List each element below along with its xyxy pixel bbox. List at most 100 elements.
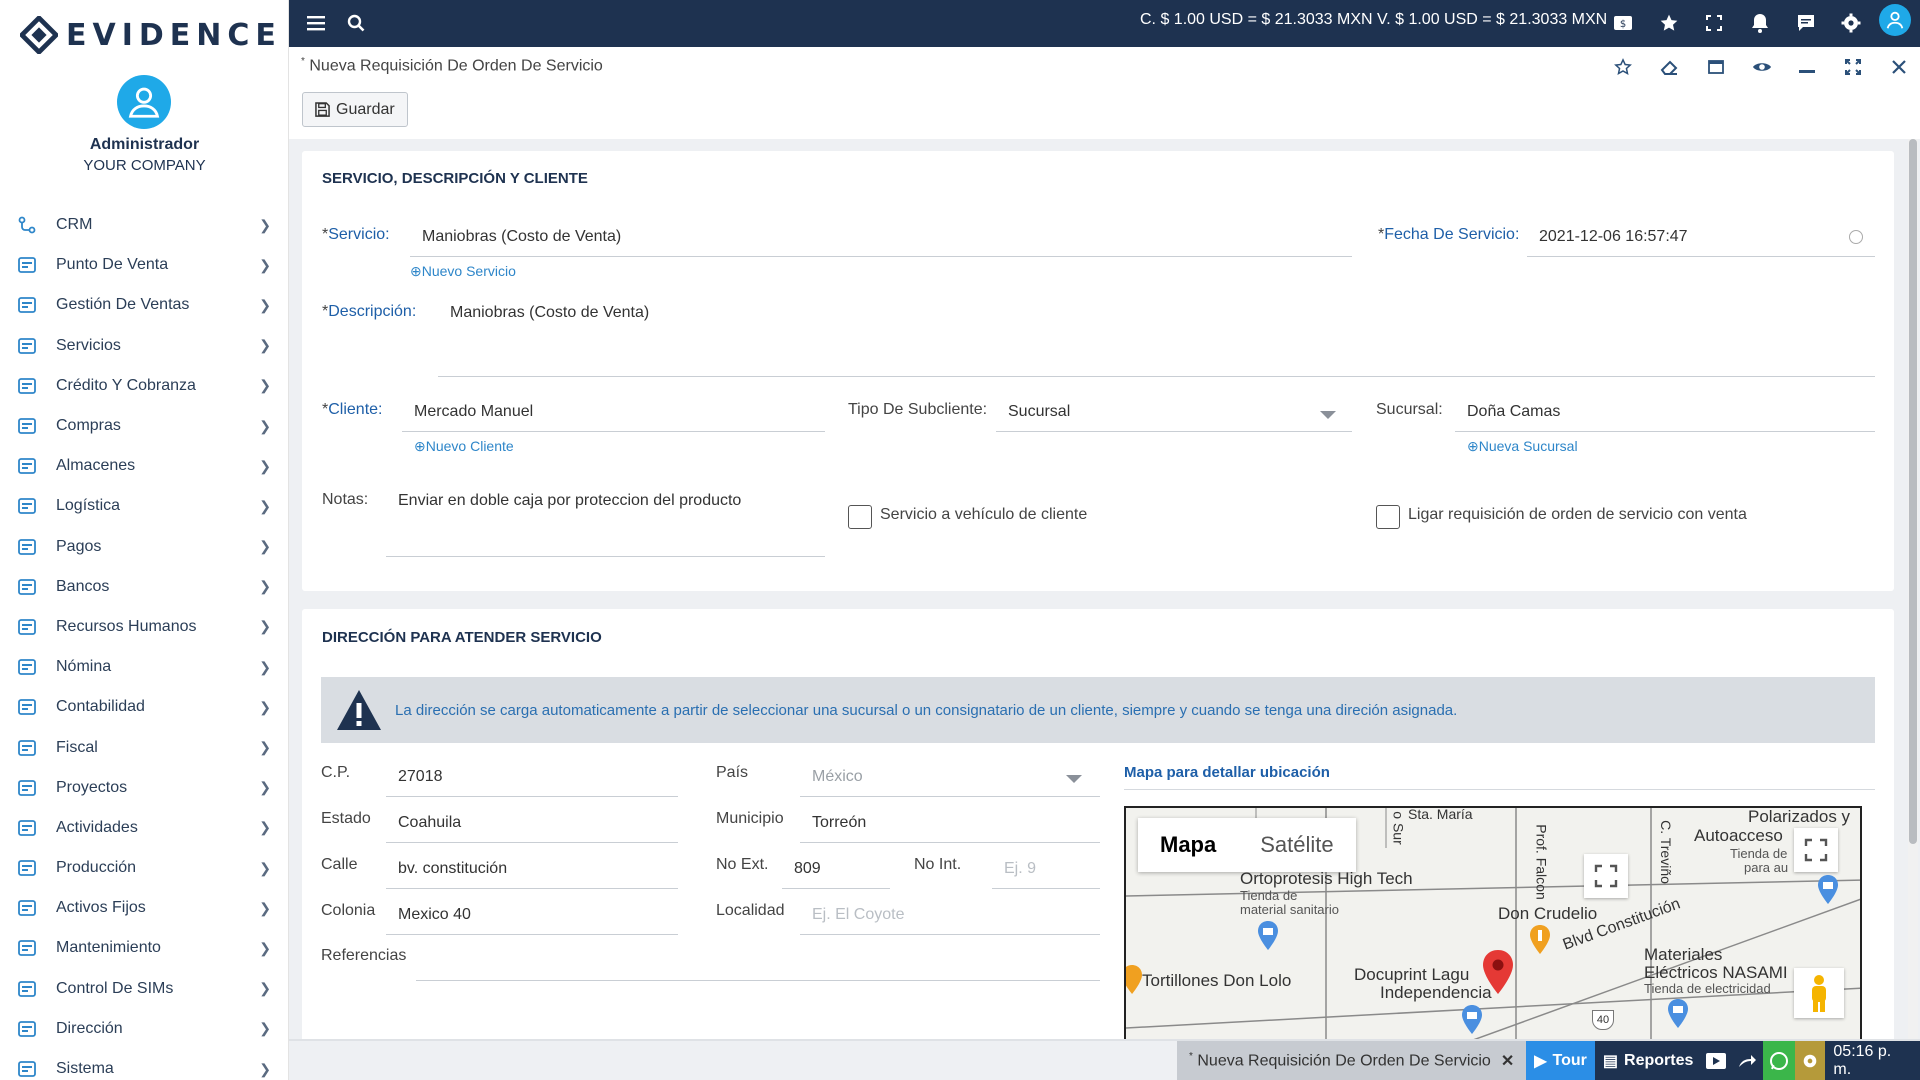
chevron-down-icon[interactable]: [1320, 411, 1336, 419]
evidence-logo-icon: [20, 16, 58, 54]
calle-field[interactable]: bv. constitución: [386, 851, 678, 889]
sidebar-item-servicios[interactable]: Servicios ❯: [0, 326, 289, 366]
sidebar-item-gestion-de-ventas[interactable]: Gestión De Ventas ❯: [0, 285, 289, 325]
map-tab-satellite[interactable]: Satélite: [1238, 818, 1355, 872]
nueva-sucursal-link[interactable]: ⊕Nueva Sucursal: [1467, 438, 1578, 455]
street-view-pegman-icon[interactable]: [1794, 968, 1844, 1018]
sidebar-item-mantenimiento[interactable]: Mantenimiento ❯: [0, 928, 289, 968]
eye-icon[interactable]: [1750, 55, 1774, 79]
eraser-icon[interactable]: [1657, 55, 1681, 79]
map-fullscreen-icon[interactable]: [1584, 854, 1628, 898]
favorite-star-icon[interactable]: [1611, 55, 1635, 79]
map-tab-map[interactable]: Mapa: [1138, 818, 1238, 872]
sidebar-item-pagos[interactable]: Pagos ❯: [0, 527, 289, 567]
reportes-button[interactable]: ▤ Reportes: [1594, 1041, 1702, 1080]
chat-icon[interactable]: [1795, 12, 1817, 34]
window-header: * Nueva Requisición De Orden De Servicio…: [289, 47, 1920, 139]
sucursal-field[interactable]: Doña Camas: [1455, 394, 1875, 432]
currency-icon[interactable]: $: [1612, 12, 1634, 34]
save-button[interactable]: Guardar: [302, 92, 408, 127]
vehiculo-checkbox[interactable]: [848, 505, 872, 529]
close-icon[interactable]: [1887, 55, 1911, 79]
share-arrow-icon[interactable]: [1731, 1041, 1764, 1080]
task-tab[interactable]: * Nueva Requisición De Orden De Servicio…: [1177, 1041, 1526, 1080]
sidebar-item-compras[interactable]: Compras ❯: [0, 406, 289, 446]
clock-icon[interactable]: [1849, 230, 1863, 244]
sidebar-item-direccion[interactable]: Dirección ❯: [0, 1009, 289, 1049]
payments-icon: [16, 536, 38, 558]
map-widget[interactable]: Mapa Satélite Sta. María Polarizados y A…: [1124, 806, 1862, 1039]
sidebar-item-produccion[interactable]: Producción ❯: [0, 848, 289, 888]
sidebar-item-bancos[interactable]: Bancos ❯: [0, 567, 289, 607]
search-icon[interactable]: [345, 12, 367, 34]
fiscal-icon: [16, 737, 38, 759]
sidebar-item-actividades[interactable]: Actividades ❯: [0, 808, 289, 848]
map-label: Prof. Falcon: [1533, 824, 1550, 900]
cliente-field[interactable]: Mercado Manuel: [402, 394, 825, 432]
sidebar-item-activos-fijos[interactable]: Activos Fijos ❯: [0, 888, 289, 928]
hamburger-menu-icon[interactable]: [305, 12, 327, 34]
descripcion-field[interactable]: Maniobras (Costo de Venta): [438, 295, 1875, 377]
tipo-subcliente-select[interactable]: Sucursal: [996, 394, 1352, 432]
video-icon[interactable]: [1701, 1041, 1732, 1080]
estado-label: Estado: [321, 810, 371, 827]
fecha-field[interactable]: 2021-12-06 16:57:47: [1527, 219, 1875, 257]
direction-icon: [16, 1018, 38, 1040]
chevron-right-icon: ❯: [259, 216, 271, 233]
minimize-icon[interactable]: [1795, 55, 1819, 79]
map-expand-icon[interactable]: [1794, 828, 1838, 872]
scrollbar-track[interactable]: [1908, 139, 1918, 1039]
sidebar-item-recursos-humanos[interactable]: Recursos Humanos ❯: [0, 607, 289, 647]
nuevo-servicio-link[interactable]: ⊕Nuevo Servicio: [410, 263, 516, 280]
sidebar-item-punto-de-venta[interactable]: Punto De Venta ❯: [0, 245, 289, 285]
sidebar-item-logistica[interactable]: Logística ❯: [0, 486, 289, 526]
cp-label: C.P.: [321, 764, 351, 781]
bell-icon[interactable]: [1749, 12, 1771, 34]
sidebar-item-fiscal[interactable]: Fiscal ❯: [0, 727, 289, 767]
alert-text: La dirección se carga automaticamente a …: [395, 701, 1458, 719]
scrollbar-thumb[interactable]: [1909, 139, 1917, 844]
tour-button[interactable]: ▶ Tour: [1526, 1041, 1595, 1080]
colonia-field[interactable]: Mexico 40: [386, 897, 678, 935]
avatar[interactable]: [117, 75, 171, 129]
section-service-card: SERVICIO, DESCRIPCIÓN Y CLIENTE *Servici…: [302, 151, 1894, 591]
sidebar-item-credito-y-cobranza[interactable]: Crédito Y Cobranza ❯: [0, 366, 289, 406]
servicio-field[interactable]: Maniobras (Costo de Venta): [410, 219, 1352, 257]
cp-field[interactable]: 27018: [386, 759, 678, 797]
nuevo-cliente-link[interactable]: ⊕Nuevo Cliente: [414, 438, 514, 455]
localidad-field[interactable]: Ej. El Coyote: [800, 897, 1100, 935]
clock-time: 05:16 p. m.: [1825, 1041, 1920, 1080]
estado-field[interactable]: Coahuila: [386, 805, 678, 843]
chevron-right-icon: ❯: [259, 538, 271, 555]
whatsapp-icon[interactable]: [1763, 1041, 1796, 1080]
fullscreen-icon[interactable]: [1703, 12, 1725, 34]
brand-logo[interactable]: EVIDENCE: [20, 14, 282, 56]
sidebar-item-contabilidad[interactable]: Contabilidad ❯: [0, 687, 289, 727]
chevron-right-icon: ❯: [259, 859, 271, 876]
sidebar-item-control-de-sims[interactable]: Control De SIMs ❯: [0, 969, 289, 1009]
user-avatar-icon[interactable]: [1879, 4, 1911, 36]
settings-gear-icon[interactable]: [1840, 12, 1862, 34]
user-name: Administrador: [89, 136, 200, 153]
pais-select[interactable]: México: [800, 759, 1100, 797]
sidebar-item-nomina[interactable]: Nómina ❯: [0, 647, 289, 687]
restore-window-icon[interactable]: [1704, 55, 1728, 79]
close-icon[interactable]: ✕: [1501, 1051, 1514, 1071]
chevron-right-icon: ❯: [259, 899, 271, 916]
maximize-icon[interactable]: [1841, 55, 1865, 79]
sidebar-item-proyectos[interactable]: Proyectos ❯: [0, 768, 289, 808]
map-label: Ortoprotesis High Tech: [1240, 869, 1413, 888]
municipio-field[interactable]: Torreón: [800, 805, 1100, 843]
ligar-venta-checkbox[interactable]: [1376, 505, 1400, 529]
sidebar-item-crm[interactable]: CRM ❯: [0, 205, 289, 245]
map-label: Don Crudelio: [1498, 904, 1598, 923]
sidebar-item-sistema[interactable]: Sistema ❯: [0, 1049, 289, 1080]
referencias-field[interactable]: [416, 943, 1100, 981]
star-icon[interactable]: [1658, 12, 1680, 34]
notas-field[interactable]: Enviar en doble caja por proteccion del …: [386, 483, 825, 557]
settings-gear-icon[interactable]: [1795, 1041, 1826, 1080]
noint-field[interactable]: Ej. 9: [992, 851, 1100, 889]
sidebar-item-almacenes[interactable]: Almacenes ❯: [0, 446, 289, 486]
chevron-down-icon[interactable]: [1066, 775, 1082, 783]
noext-field[interactable]: 809: [782, 851, 890, 889]
